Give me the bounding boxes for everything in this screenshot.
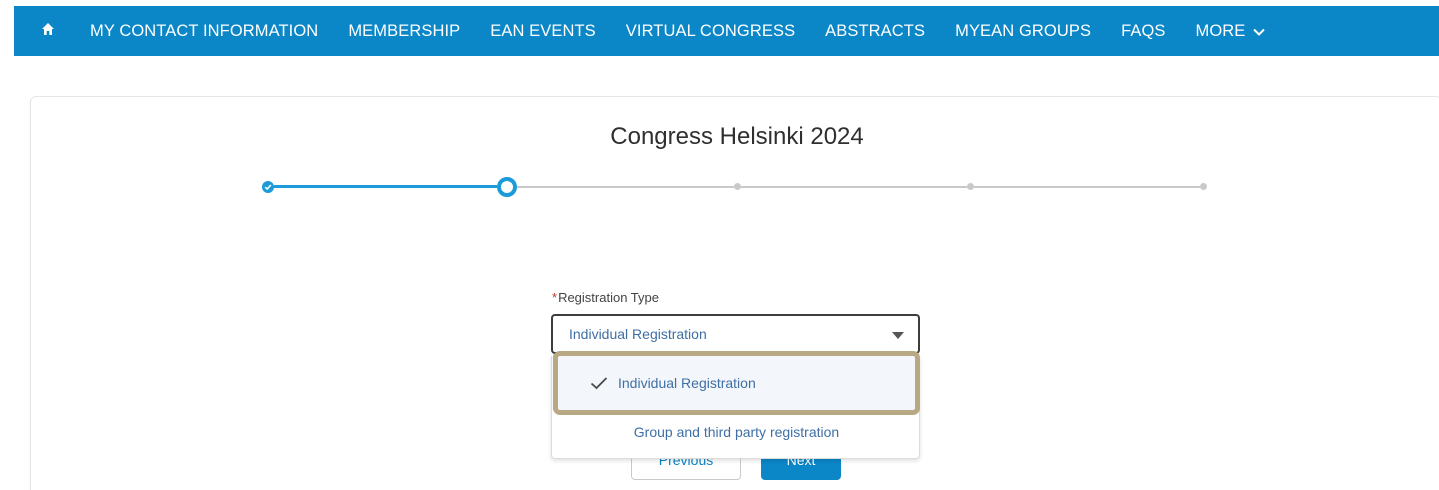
registration-card: Congress Helsinki 2024 *Registration Typ… (30, 96, 1439, 490)
progress-step (734, 183, 741, 190)
required-marker: * (552, 290, 558, 305)
registration-type-label-text: Registration Type (558, 290, 659, 305)
page-title: Congress Helsinki 2024 (610, 123, 864, 150)
progress-line (741, 186, 967, 188)
progress-step (1200, 183, 1207, 190)
home-icon (41, 22, 55, 41)
nav-item-myean-groups[interactable]: MYEAN GROUPS (940, 6, 1106, 56)
nav-item-more[interactable]: MORE (1181, 6, 1281, 56)
nav-item-ean-events[interactable]: EAN EVENTS (475, 6, 611, 56)
progress-step (967, 183, 974, 190)
dropdown-option-label: Individual Registration (618, 374, 756, 391)
dropdown-option-individual-registration[interactable]: Individual Registration (552, 355, 919, 410)
progress-line (517, 186, 734, 188)
nav-item-my-contact-information[interactable]: MY CONTACT INFORMATION (70, 6, 333, 56)
checkmark-icon (590, 376, 608, 390)
chevron-down-icon (1253, 6, 1266, 56)
top-navigation-bar: MY CONTACT INFORMATION MEMBERSHIP EAN EV… (14, 6, 1439, 56)
dropdown-option-group-registration[interactable]: Group and third party registration (552, 418, 919, 446)
nav-item-abstracts[interactable]: ABSTRACTS (810, 6, 940, 56)
registration-type-select[interactable]: Individual Registration (551, 314, 920, 354)
registration-type-value: Individual Registration (569, 326, 707, 342)
check-icon (264, 178, 272, 196)
registration-type-label: *Registration Type (552, 290, 659, 305)
nav-item-membership[interactable]: MEMBERSHIP (333, 6, 475, 56)
nav-item-virtual-congress[interactable]: VIRTUAL CONGRESS (611, 6, 810, 56)
caret-down-icon (892, 331, 904, 339)
registration-type-dropdown: Individual Registration Group and third … (551, 354, 920, 459)
home-button[interactable] (26, 6, 70, 56)
progress-step-completed (262, 181, 274, 193)
nav-item-faqs[interactable]: FAQS (1106, 6, 1180, 56)
progress-line-completed (274, 185, 497, 188)
progress-step-current (497, 177, 517, 197)
nav-more-label: MORE (1195, 22, 1246, 40)
progress-line (974, 186, 1200, 188)
